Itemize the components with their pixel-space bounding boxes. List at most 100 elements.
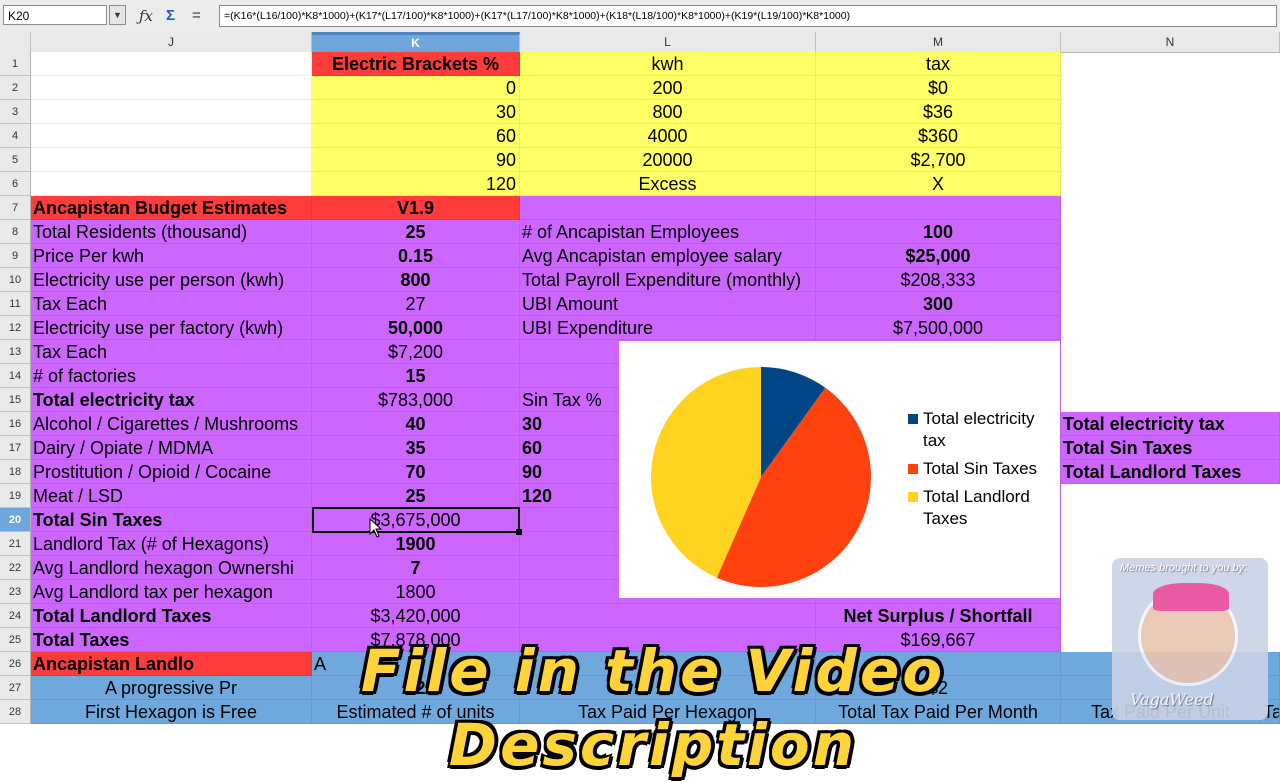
bracket-tax[interactable]: $0 <box>816 76 1061 100</box>
budget-label[interactable]: Landlord Tax (# of Hexagons) <box>31 532 312 556</box>
budget-version[interactable]: V1.9 <box>312 196 520 220</box>
bracket-kwh[interactable]: 200 <box>520 76 816 100</box>
budget-label[interactable]: Tax Each <box>31 292 312 316</box>
budget-value[interactable]: $7,200 <box>312 340 520 364</box>
bracket-tax[interactable]: X <box>816 172 1061 196</box>
budget-label[interactable]: Prostitution / Opioid / Cocaine <box>31 460 312 484</box>
budget-value[interactable]: 40 <box>312 412 520 436</box>
budget-value[interactable]: 1800 <box>312 580 520 604</box>
bracket-kwh[interactable]: Excess <box>520 172 816 196</box>
column-header-m[interactable]: M <box>816 32 1061 52</box>
row-header-15[interactable]: 15 <box>0 388 31 412</box>
budget-value[interactable]: 25 <box>312 220 520 244</box>
column-header-n[interactable]: N <box>1061 32 1280 52</box>
right-label[interactable]: Total Payroll Expenditure (monthly) <box>520 268 816 292</box>
right-value[interactable]: 300 <box>816 292 1061 316</box>
budget-title[interactable]: Ancapistan Budget Estimates <box>31 196 312 220</box>
row-header-25[interactable]: 25 <box>0 628 31 652</box>
row-header-17[interactable]: 17 <box>0 436 31 460</box>
select-all-corner[interactable] <box>0 32 31 52</box>
budget-value[interactable]: 25 <box>312 484 520 508</box>
row-header-3[interactable]: 3 <box>0 100 31 124</box>
column-header-j[interactable]: J <box>31 32 312 52</box>
bracket-header-percent[interactable]: Electric Brackets % <box>312 52 520 76</box>
bracket-kwh[interactable]: 20000 <box>520 148 816 172</box>
row-header-24[interactable]: 24 <box>0 604 31 628</box>
right-value[interactable]: $208,333 <box>816 268 1061 292</box>
cell-l24[interactable] <box>520 604 816 628</box>
row-header-4[interactable]: 4 <box>0 124 31 148</box>
bracket-percent[interactable]: 0 <box>312 76 520 100</box>
cell-j2[interactable] <box>31 76 312 100</box>
side-label[interactable]: Total Sin Taxes <box>1061 436 1280 460</box>
budget-label[interactable]: Total electricity tax <box>31 388 312 412</box>
row-header-28[interactable]: 28 <box>0 700 31 724</box>
bracket-kwh[interactable]: 800 <box>520 100 816 124</box>
budget-value[interactable]: $3,420,000 <box>312 604 520 628</box>
row-header-23[interactable]: 23 <box>0 580 31 604</box>
bracket-tax[interactable]: $36 <box>816 100 1061 124</box>
budget-label[interactable]: Price Per kwh <box>31 244 312 268</box>
cell-j5[interactable] <box>31 148 312 172</box>
budget-label[interactable]: Avg Landlord tax per hexagon <box>31 580 312 604</box>
name-box-dropdown-icon[interactable]: ▼ <box>109 5 126 25</box>
side-label[interactable]: Total electricity tax <box>1061 412 1280 436</box>
bracket-percent[interactable]: 30 <box>312 100 520 124</box>
budget-label[interactable]: Tax Each <box>31 340 312 364</box>
row-header-27[interactable]: 27 <box>0 676 31 700</box>
equals-icon[interactable]: = <box>192 6 201 26</box>
function-wizard-icon[interactable]: ƒx <box>139 6 153 26</box>
budget-label[interactable]: Avg Landlord hexagon Ownershi <box>31 556 312 580</box>
row-header-18[interactable]: 18 <box>0 460 31 484</box>
row-header-14[interactable]: 14 <box>0 364 31 388</box>
bracket-kwh[interactable]: 4000 <box>520 124 816 148</box>
budget-label[interactable]: Alcohol / Cigarettes / Mushrooms <box>31 412 312 436</box>
cell-j1[interactable] <box>31 52 312 76</box>
row-header-10[interactable]: 10 <box>0 268 31 292</box>
budget-label[interactable]: Total Landlord Taxes <box>31 604 312 628</box>
net-surplus-label[interactable]: Net Surplus / Shortfall <box>816 604 1061 628</box>
side-label[interactable]: Total Landlord Taxes <box>1061 460 1280 484</box>
cell-j4[interactable] <box>31 124 312 148</box>
bracket-header-kwh[interactable]: kwh <box>520 52 816 76</box>
row-header-16[interactable]: 16 <box>0 412 31 436</box>
row-header-13[interactable]: 13 <box>0 340 31 364</box>
bracket-percent[interactable]: 90 <box>312 148 520 172</box>
cell-l7[interactable] <box>520 196 816 220</box>
cell-j3[interactable] <box>31 100 312 124</box>
budget-value[interactable]: 15 <box>312 364 520 388</box>
row-header-12[interactable]: 12 <box>0 316 31 340</box>
budget-label[interactable]: Electricity use per factory (kwh) <box>31 316 312 340</box>
budget-label[interactable]: Total Sin Taxes <box>31 508 312 532</box>
column-header-l[interactable]: L <box>520 32 816 52</box>
row-header-1[interactable]: 1 <box>0 52 31 76</box>
budget-value[interactable]: 35 <box>312 436 520 460</box>
row-header-21[interactable]: 21 <box>0 532 31 556</box>
row-header-19[interactable]: 19 <box>0 484 31 508</box>
budget-value[interactable]: $783,000 <box>312 388 520 412</box>
row-header-7[interactable]: 7 <box>0 196 31 220</box>
bracket-header-tax[interactable]: tax <box>816 52 1061 76</box>
bracket-percent[interactable]: 120 <box>312 172 520 196</box>
right-value[interactable]: $7,500,000 <box>816 316 1061 340</box>
right-label[interactable]: Avg Ancapistan employee salary <box>520 244 816 268</box>
row-header-9[interactable]: 9 <box>0 244 31 268</box>
row-header-6[interactable]: 6 <box>0 172 31 196</box>
budget-label[interactable]: Dairy / Opiate / MDMA <box>31 436 312 460</box>
fill-handle[interactable] <box>516 529 522 535</box>
row-header-11[interactable]: 11 <box>0 292 31 316</box>
budget-value[interactable]: 7 <box>312 556 520 580</box>
pie-chart[interactable]: Total electricity tax Total Sin Taxes To… <box>619 341 1060 598</box>
bracket-tax[interactable]: $2,700 <box>816 148 1061 172</box>
row-header-22[interactable]: 22 <box>0 556 31 580</box>
row-header-8[interactable]: 8 <box>0 220 31 244</box>
budget-label[interactable]: Electricity use per person (kwh) <box>31 268 312 292</box>
formula-input[interactable]: =(K16*(L16/100)*K8*1000)+(K17*(L17/100)*… <box>219 5 1277 27</box>
row-header-5[interactable]: 5 <box>0 148 31 172</box>
row-header-26[interactable]: 26 <box>0 652 31 676</box>
budget-label[interactable]: Meat / LSD <box>31 484 312 508</box>
budget-value[interactable]: 0.15 <box>312 244 520 268</box>
budget-value[interactable]: 1900 <box>312 532 520 556</box>
budget-value[interactable]: 70 <box>312 460 520 484</box>
row-header-2[interactable]: 2 <box>0 76 31 100</box>
